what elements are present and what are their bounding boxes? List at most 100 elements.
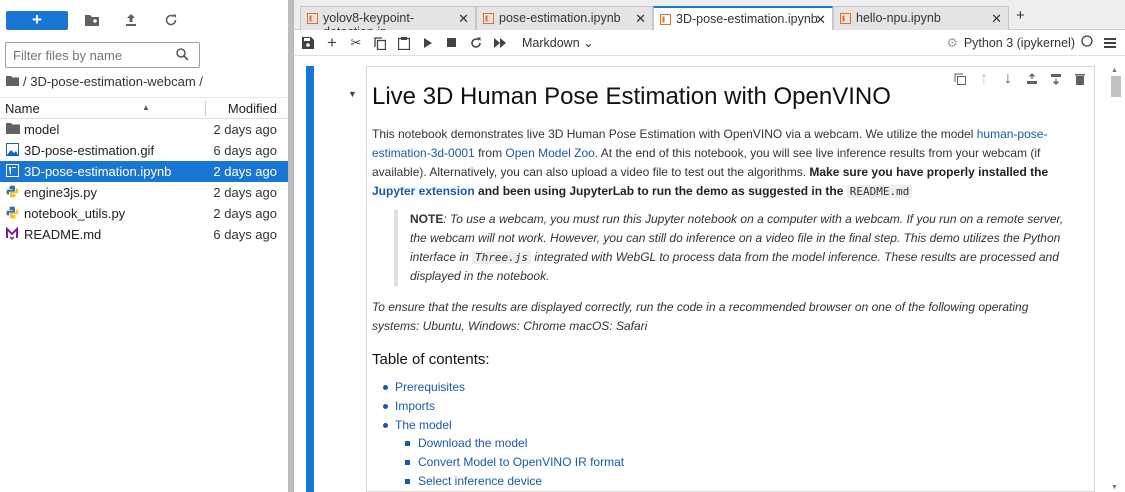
tab-label: 3D-pose-estimation.ipynb	[676, 12, 818, 26]
add-tab-icon[interactable]: +	[1016, 7, 1025, 24]
toc-heading: Table of contents:	[372, 351, 490, 368]
file-modified: 2 days ago	[213, 206, 277, 221]
column-divider[interactable]	[205, 101, 206, 116]
notebook-icon	[6, 164, 20, 178]
close-icon[interactable]: ✕	[635, 11, 646, 27]
tab-label: pose-estimation.ipynb	[499, 11, 621, 25]
delete-cell-icon[interactable]	[1073, 72, 1087, 86]
kernel-indicator[interactable]: ⚙ Python 3 (ipykernel)	[947, 35, 1093, 50]
toc-item[interactable]: Prerequisites	[383, 380, 465, 394]
gear-icon: ⚙	[946, 36, 958, 50]
bullet-icon	[405, 441, 410, 447]
jupyter-extension-link[interactable]: Jupyter extension	[372, 184, 475, 198]
new-folder-icon[interactable]	[83, 11, 101, 29]
scroll-down-icon[interactable]: ▼	[1111, 484, 1118, 491]
toc-link-prerequisites[interactable]: Prerequisites	[395, 380, 465, 394]
notebook-icon	[483, 13, 494, 24]
toc-link-the-model[interactable]: The model	[395, 418, 452, 432]
filter-files-input[interactable]: Filter files by name	[5, 42, 200, 68]
tab-pose-estimation[interactable]: pose-estimation.ipynb ✕	[476, 6, 653, 30]
move-down-icon[interactable]: ↓	[1001, 70, 1015, 87]
toc-link-convert[interactable]: Convert Model to OpenVINO IR format	[418, 455, 624, 469]
python-icon	[6, 206, 20, 220]
file-row-engine3js[interactable]: engine3js.py 2 days ago	[0, 182, 288, 203]
toc-subitem[interactable]: Convert Model to OpenVINO IR format	[405, 455, 624, 469]
paste-icon[interactable]	[394, 33, 414, 53]
tab-hello-npu[interactable]: hello-npu.ipynb ✕	[833, 6, 1009, 30]
file-row-notebook-selected[interactable]: 3D-pose-estimation.ipynb 2 days ago	[0, 161, 288, 182]
file-name: model	[24, 122, 60, 137]
active-cell-indicator[interactable]	[306, 66, 314, 492]
open-model-zoo-link[interactable]: Open Model Zoo	[505, 146, 594, 160]
cell-type-select[interactable]: Markdown ⌄	[522, 35, 594, 50]
tab-3d-pose-estimation[interactable]: 3D-pose-estimation.ipynb ✕	[653, 6, 833, 31]
file-row-model[interactable]: model 2 days ago	[0, 119, 288, 140]
file-name: notebook_utils.py	[24, 206, 126, 221]
insert-above-icon[interactable]	[1025, 72, 1039, 86]
breadcrumb-path[interactable]: / 3D-pose-estimation-webcam /	[23, 74, 203, 89]
toc-item[interactable]: Imports	[383, 399, 435, 413]
toc-subitem[interactable]: Download the model	[405, 436, 527, 450]
filter-placeholder: Filter files by name	[13, 48, 123, 63]
file-browser: + Filter files by name / 3D-pose-estimat…	[0, 0, 288, 492]
file-name: 3D-pose-estimation.ipynb	[24, 164, 172, 179]
scroll-up-icon[interactable]: ▲	[1111, 67, 1118, 74]
kernel-status-icon	[1081, 35, 1093, 50]
tab-bar: yolov8-keypoint-detection.ip ✕ pose-esti…	[294, 0, 1125, 39]
bullet-icon	[383, 423, 388, 429]
file-row-gif[interactable]: 3D-pose-estimation.gif 6 days ago	[0, 140, 288, 161]
vertical-scrollbar[interactable]: ▲ ▼	[1109, 66, 1121, 492]
tab-yolov8-keypoint-detection[interactable]: yolov8-keypoint-detection.ip ✕	[300, 6, 476, 39]
sort-ascending-icon[interactable]: ▲	[142, 103, 150, 112]
duplicate-cell-icon[interactable]	[953, 72, 967, 86]
toc-link-imports[interactable]: Imports	[395, 399, 435, 413]
notebook-toolbar: + ✂ Markdown ⌄ ⚙ Python 3 (ipykernel)	[294, 30, 1125, 56]
breadcrumb[interactable]: / 3D-pose-estimation-webcam /	[6, 74, 203, 89]
toc-link-device[interactable]: Select inference device	[418, 474, 542, 488]
file-modified: 2 days ago	[213, 185, 277, 200]
python-icon	[6, 185, 20, 199]
file-modified: 6 days ago	[213, 143, 277, 158]
run-icon[interactable]	[418, 33, 438, 53]
column-modified-header[interactable]: Modified	[228, 101, 277, 116]
save-icon[interactable]	[298, 33, 318, 53]
file-name: README.md	[24, 227, 102, 242]
bullet-icon	[405, 479, 410, 485]
column-name-header[interactable]: Name	[5, 101, 40, 116]
upload-icon[interactable]	[122, 11, 140, 29]
close-icon[interactable]: ✕	[815, 12, 826, 28]
close-icon[interactable]: ✕	[991, 11, 1002, 27]
file-name: 3D-pose-estimation.gif	[24, 143, 155, 158]
collapse-heading-icon[interactable]: ▼	[348, 89, 357, 99]
restart-icon[interactable]	[466, 33, 486, 53]
notebook-icon	[307, 13, 318, 24]
file-modified: 2 days ago	[213, 122, 277, 137]
new-launcher-button[interactable]: +	[6, 11, 68, 30]
bullet-icon	[383, 404, 388, 410]
file-row-readme[interactable]: README.md 6 days ago	[0, 224, 288, 245]
file-row-notebook-utils[interactable]: notebook_utils.py 2 days ago	[0, 203, 288, 224]
close-icon[interactable]: ✕	[458, 11, 469, 27]
intro-paragraph: This notebook demonstrates live 3D Human…	[372, 125, 1072, 201]
scrollbar-thumb[interactable]	[1111, 76, 1121, 97]
stop-icon[interactable]	[442, 33, 462, 53]
copy-icon[interactable]	[370, 33, 390, 53]
bullet-icon	[405, 460, 410, 466]
move-up-icon[interactable]: ↑	[977, 70, 991, 87]
folder-icon[interactable]	[6, 74, 19, 89]
note-label: NOTE	[410, 212, 444, 226]
refresh-icon[interactable]	[162, 11, 180, 29]
tab-label: hello-npu.ipynb	[856, 11, 941, 25]
notebook-icon	[660, 14, 671, 25]
cut-icon[interactable]: ✂	[346, 33, 366, 53]
toc-item[interactable]: The model	[383, 418, 452, 432]
menu-icon[interactable]	[1100, 33, 1120, 53]
fast-forward-icon[interactable]	[490, 33, 510, 53]
cell-title: Live 3D Human Pose Estimation with OpenV…	[372, 83, 891, 110]
toc-subitem[interactable]: Select inference device	[405, 474, 542, 488]
intro-bold-a: Make sure you have properly installed th…	[809, 165, 1049, 179]
readme-code: README.md	[846, 185, 913, 198]
insert-below-icon[interactable]	[1049, 72, 1063, 86]
add-cell-icon[interactable]: +	[322, 33, 342, 53]
toc-link-download[interactable]: Download the model	[418, 436, 527, 450]
